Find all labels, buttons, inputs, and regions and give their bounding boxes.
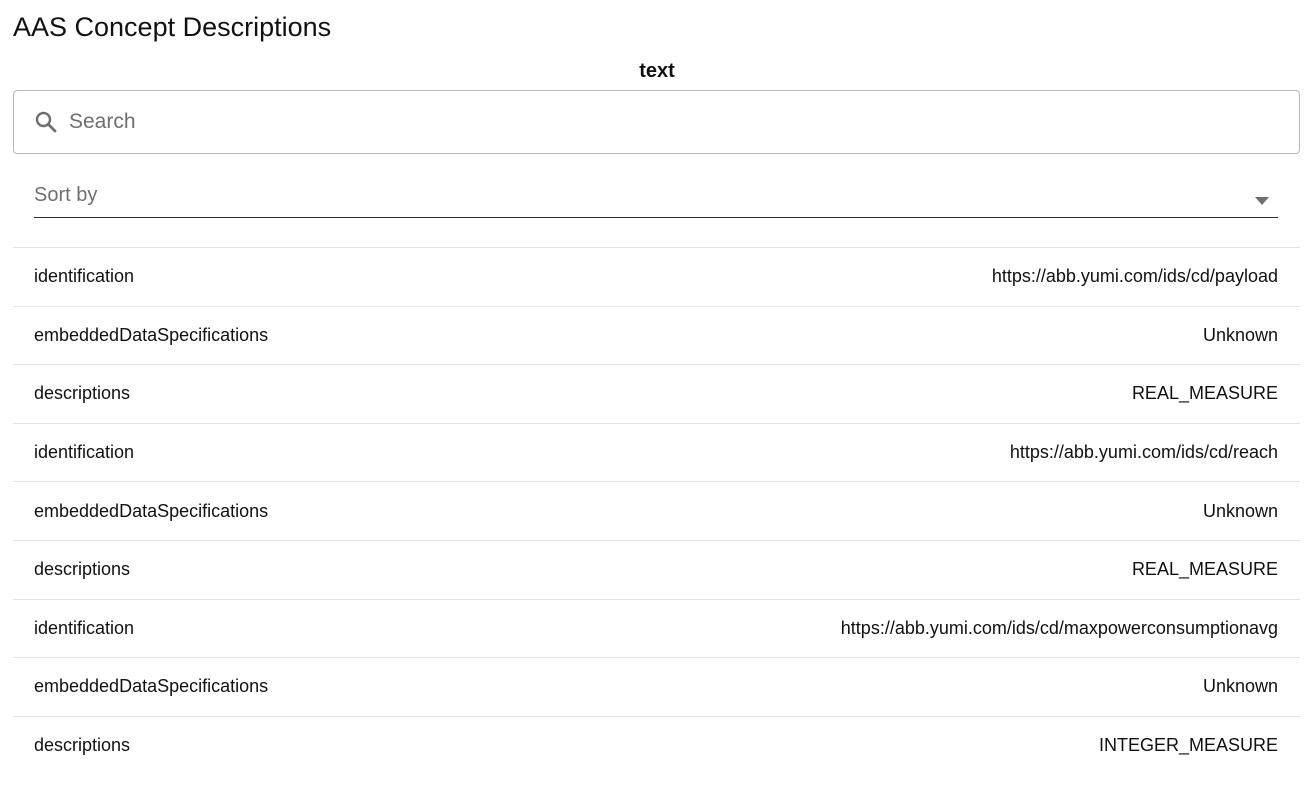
property-value: REAL_MEASURE (1131, 559, 1278, 580)
list-item[interactable]: embeddedDataSpecifications Unknown (13, 305, 1300, 365)
page-title: AAS Concept Descriptions (13, 12, 332, 42)
property-value: https://abb.yumi.com/ids/cd/maxpowercons… (840, 617, 1278, 638)
sort-by-label: Sort by (34, 183, 98, 206)
property-name: identification (34, 266, 135, 287)
property-value: https://abb.yumi.com/ids/cd/payload (991, 266, 1278, 287)
property-name: embeddedDataSpecifications (34, 324, 269, 345)
property-value: Unknown (1202, 324, 1278, 345)
list-item[interactable]: descriptions REAL_MEASURE (13, 539, 1300, 599)
property-name: embeddedDataSpecifications (34, 676, 269, 697)
property-name: identification (34, 617, 135, 638)
property-value: Unknown (1202, 500, 1278, 521)
sort-by-select[interactable]: Sort by (34, 172, 1278, 218)
property-value: REAL_MEASURE (1131, 383, 1278, 404)
list-item[interactable]: identification https://abb.yumi.com/ids/… (13, 422, 1300, 482)
search-input[interactable] (69, 102, 1299, 142)
list-item[interactable]: descriptions INTEGER_MEASURE (13, 715, 1300, 775)
property-name: embeddedDataSpecifications (34, 500, 269, 521)
list-item[interactable]: embeddedDataSpecifications Unknown (13, 657, 1300, 716)
list-item[interactable]: identification https://abb.yumi.com/ids/… (13, 247, 1300, 306)
chevron-down-icon (1255, 192, 1269, 205)
property-value: Unknown (1202, 676, 1278, 697)
property-name: descriptions (34, 383, 131, 404)
list-item[interactable]: identification https://abb.yumi.com/ids/… (13, 598, 1300, 658)
search-field[interactable] (13, 90, 1300, 154)
search-icon (33, 109, 59, 135)
property-name: descriptions (34, 735, 131, 756)
concept-description-list: identification https://abb.yumi.com/ids/… (13, 247, 1300, 774)
list-item[interactable]: embeddedDataSpecifications Unknown (13, 481, 1300, 540)
property-value: INTEGER_MEASURE (1098, 735, 1278, 756)
concept-descriptions-page: AAS Concept Descriptions text Sort by id… (0, 0, 1314, 792)
property-name: descriptions (34, 559, 131, 580)
property-name: identification (34, 442, 135, 463)
section-heading: text (639, 60, 675, 82)
list-item[interactable]: descriptions REAL_MEASURE (13, 364, 1300, 423)
property-value: https://abb.yumi.com/ids/cd/reach (1009, 442, 1278, 463)
